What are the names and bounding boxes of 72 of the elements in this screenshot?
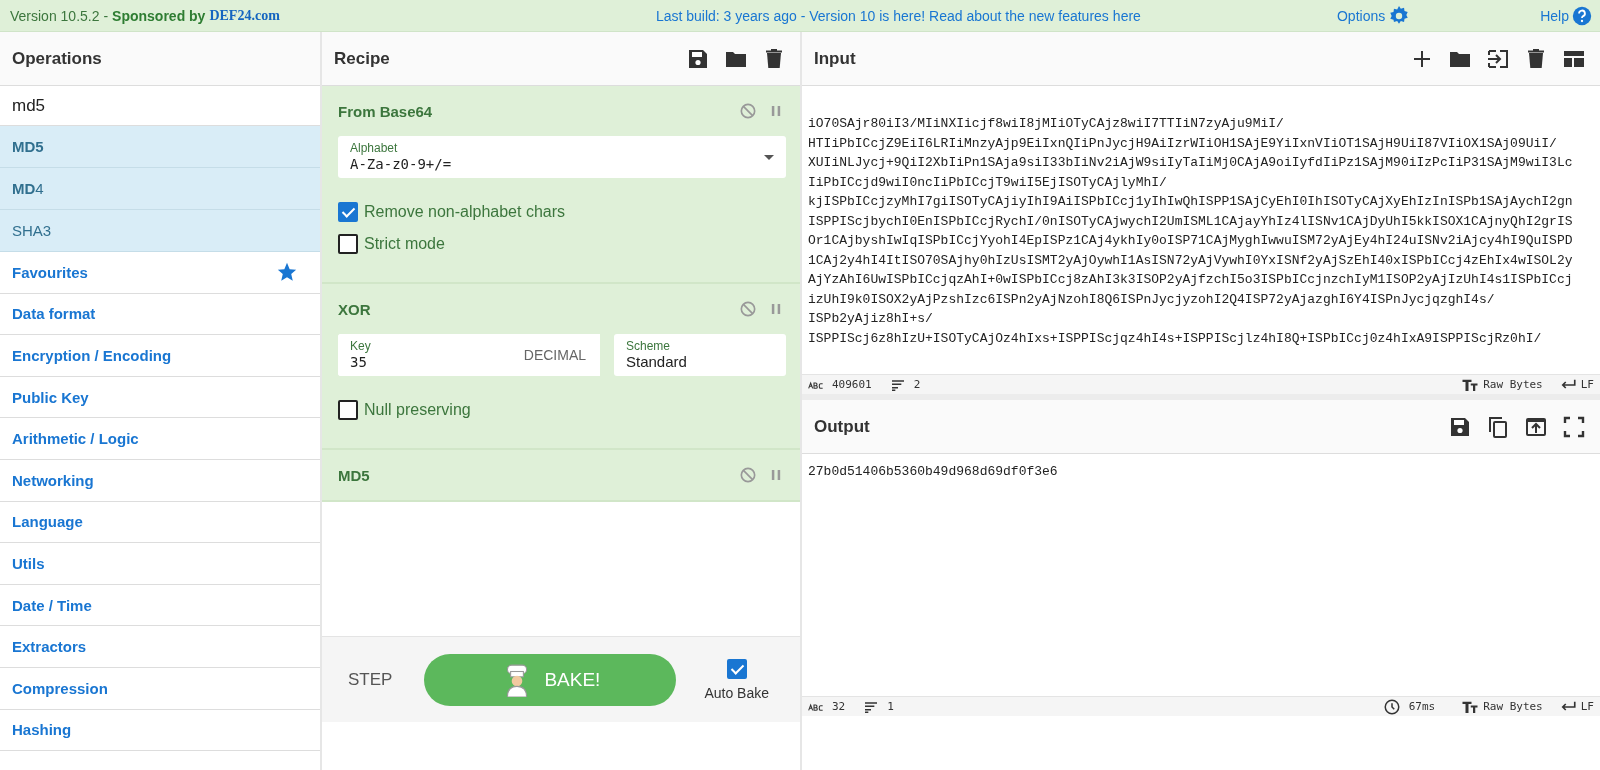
options-link[interactable]: Options: [1336, 4, 1411, 27]
line-count: 1: [887, 700, 894, 713]
category-item[interactable]: Compression: [12, 679, 108, 697]
category-item[interactable]: Hashing: [12, 721, 72, 739]
output-text: 27b0d51406b5360b49d968d69df0f3e6: [808, 463, 1059, 481]
checkbox[interactable]: [338, 234, 358, 254]
copy-icon: [1486, 414, 1510, 439]
operation-title: MD5: [338, 466, 370, 484]
operation-item[interactable]: SHA3: [0, 210, 320, 252]
version-label: Version 10.5.2 -: [10, 7, 109, 24]
input-text-line: IiPbICcjd9wiI0ncIiPbICcjT9wiI5EjISOTyCAjlyMhI/: [808, 173, 1168, 192]
build-notice: Last build: 3 years ago - Version 10 is here! Read about the new features: [655, 7, 1109, 24]
input-text-line: izUhI9k0ISOX2yAjPzshIzc6ISPn2yAjNzohI8Q6ISPnJycjyzohI2Q4ISP72yAjazghI6Y4ISPnJycjqzghI4s/: [808, 290, 1496, 309]
step-button[interactable]: STEP: [336, 661, 405, 698]
checkbox-label: Null preserving: [364, 401, 471, 419]
disable-icon: [738, 465, 758, 485]
text-field[interactable]: Scheme Standard: [614, 334, 786, 376]
panel-title: Input: [814, 48, 856, 69]
checkbox[interactable]: [338, 400, 358, 420]
category-item[interactable]: Encryption / Encoding: [12, 347, 172, 364]
help-link[interactable]: Help: [1540, 5, 1592, 26]
encoding-button[interactable]: Raw Bytes: [1453, 697, 1543, 716]
encoding-button[interactable]: Raw Bytes: [1453, 375, 1543, 394]
length-count: 409601: [832, 378, 872, 391]
input-text-line: 1CAj2y4hI4ItISO70SAjhy0hIzUsISMT2yAjOywhI1AsISN72yAjVywhI0YxISNf2yAjSzEhI40xISPbICcj4zEhIx4wISOL2y: [808, 251, 1574, 270]
features-link[interactable]: here: [1112, 7, 1141, 24]
category-item[interactable]: Networking: [12, 471, 94, 489]
category-item[interactable]: Data format: [12, 305, 96, 323]
category-item[interactable]: Favourites: [12, 263, 88, 281]
help-icon: [1572, 5, 1592, 26]
category-item[interactable]: Date / Time: [12, 596, 92, 614]
category-item[interactable]: Extractors: [12, 638, 87, 656]
length-count: 32: [832, 700, 846, 713]
operation-item[interactable]: MD4: [0, 168, 320, 210]
disable-icon: [738, 299, 758, 319]
bake-time: 67ms: [1408, 700, 1436, 713]
operation-item[interactable]: MD5: [0, 126, 320, 168]
checkbox-label: Auto Bake: [704, 684, 769, 701]
sponsor-label: Sponsored by: [112, 7, 206, 24]
bake-button[interactable]: BAKE!: [424, 653, 677, 706]
line-count: 2: [913, 378, 921, 391]
input-text-line: ISPb2yAjiz8hI+s/: [808, 310, 934, 328]
panel-title: Recipe: [334, 48, 390, 69]
category-item[interactable]: Public Key: [12, 388, 89, 406]
input-text-line: AjYzAhI6UwISPbICcjqzAhI+0wISPbICcj8zAhI3k3ISOP2yAjfzchI5o3ISPbICcjnzchIyM1ISOP2yAjIzUhI4s1ISPbICcj: [808, 271, 1574, 289]
eol-button[interactable]: LF: [1550, 375, 1594, 394]
checkbox-label: Strict mode: [364, 235, 445, 253]
checkbox-label: Remove non-alphabet chars: [364, 203, 565, 221]
operation-title: XOR: [338, 300, 371, 318]
category-item[interactable]: Utils: [12, 554, 45, 572]
eol-button[interactable]: LF: [1550, 697, 1594, 716]
checkbox[interactable]: [726, 658, 747, 679]
sponsor-link[interactable]: DEF24.com: [209, 7, 280, 24]
category-item[interactable]: Arithmetic / Logic: [12, 430, 139, 448]
disable-icon: [738, 101, 758, 121]
clock-icon: [1382, 697, 1401, 716]
input-text-line: kjISPbICcjzyMhI7giISOTyCAjiyIhI9AiISPbICcj1yIhIwQhISPP1SAjCyEhI0IhISOTyCAjXyEhIzInISPb1SAjAychI2gn: [808, 193, 1574, 211]
input-text-line: ISPPIScj6z8hIzU+ISOTyCAjOz4hIxs+ISPPIScjqz4hI4s+ISPPIScjlz4hI8Q+ISPbICcj0z4hIxA9ISPPIScjRz0hI/: [808, 329, 1543, 348]
panel-title: Output: [814, 416, 870, 437]
input-text-line: ISPPIScjbychI0EnISPbICcjRychI/0nISOTyCAjwychI2UmISML1CAjayYhIz4lISNv1CAjDyUhI5kkISOX1CAjnyQhI2grIS: [808, 212, 1574, 231]
input-text-line: iO70SAjr80iI3/MIiNXIicjf8wiI8jMIiOTyCAjz8wiI7TTIiN7zyAju9MiI/: [808, 115, 1285, 133]
input-text-line: HTIiPbICcjZ9EiI6LRIiMnzyAjp9EiIxnQIiPnJycjH9AiIzrWIiOH1SAjE9YiIxnVIiOT1SAjH9UiI87VIiOX1SAj09UiI/: [808, 134, 1558, 153]
operation-title: From Base64: [338, 102, 433, 120]
dropdown-field[interactable]: Alphabet A-Za-z0-9+/=: [338, 136, 786, 178]
checkbox[interactable]: [338, 202, 358, 222]
star-icon: [276, 261, 298, 284]
input-text-line: Or1CAjbyshIwIqISPbICcjYyohI4EpISPz1CAj4ykhIy0oISP71CAjMyghIwwuISM72yAjEy4hI24uISNv2iAjcy4hI9QuISPD: [808, 232, 1574, 250]
panel-title: Operations: [12, 48, 102, 69]
input-text-line: XUIiNLJycj+9QiI2XbIiPn1SAja9siI33bIiNv2iAjW9siIyTaIiMj0CAjA9oiIyfdIiPz1SAjM90iIzPcIiP31SAjM9wiI3Lc: [808, 154, 1574, 172]
category-item[interactable]: Language: [12, 513, 83, 531]
fullscreen-icon: [1562, 414, 1586, 439]
caret-icon: [764, 154, 774, 160]
